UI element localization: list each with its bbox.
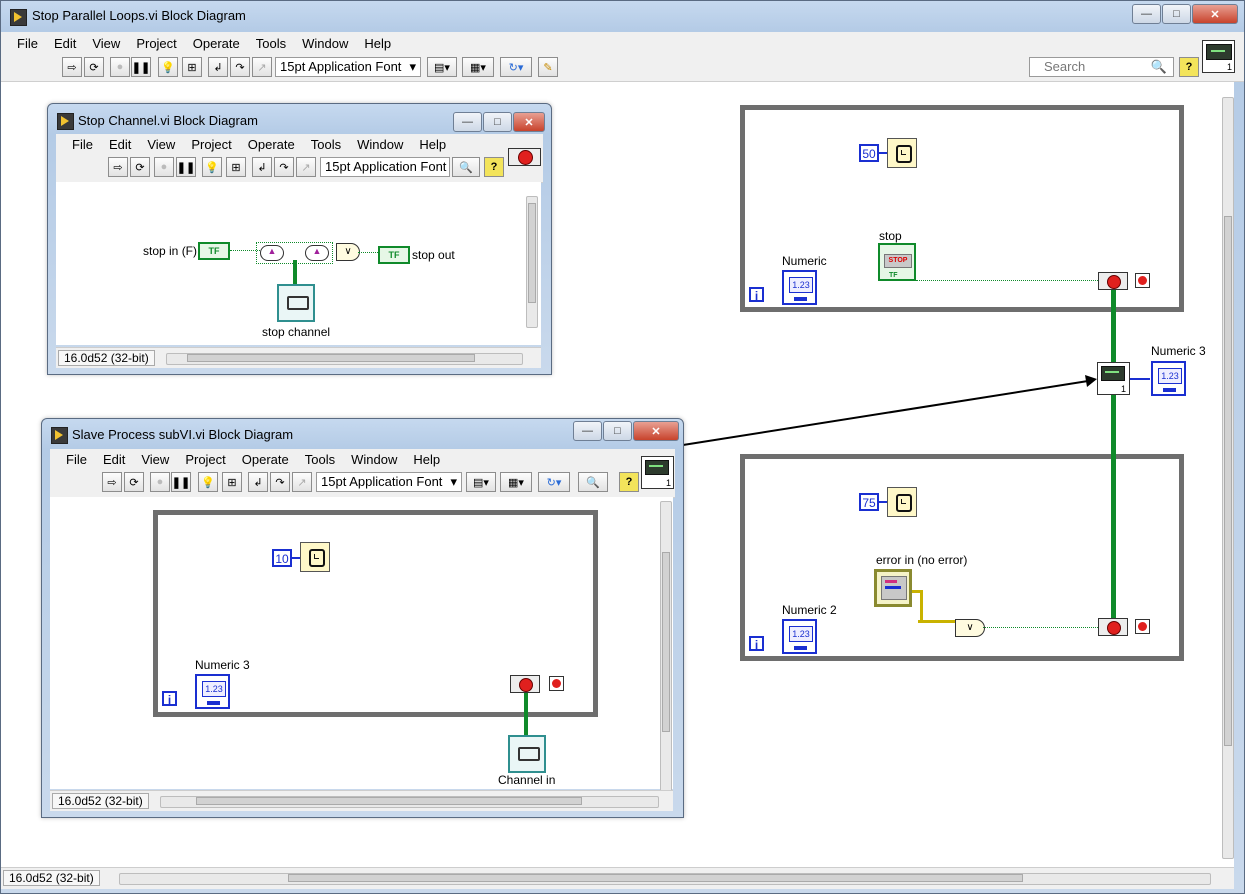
stop-out-terminal[interactable]: TF <box>378 246 410 264</box>
menu-edit[interactable]: Edit <box>101 137 139 152</box>
minimize-button[interactable]: — <box>453 112 482 132</box>
reorder-icon[interactable]: ↻▾ <box>538 472 570 492</box>
run-button[interactable]: ⇨ <box>108 157 128 177</box>
stop-channel-version-status: 16.0d52 (32-bit) <box>58 350 155 366</box>
menu-file[interactable]: File <box>58 452 95 467</box>
slave-connector-pane-icon[interactable]: 1 <box>641 456 674 489</box>
labview-app-icon <box>51 427 68 444</box>
step-into-icon[interactable]: ↲ <box>248 472 268 492</box>
run-continuously-button[interactable]: ⟳ <box>130 157 150 177</box>
slave-process-window[interactable]: Slave Process subVI.vi Block Diagram — □… <box>41 418 684 818</box>
stop-channel-terminal[interactable] <box>277 284 315 322</box>
slave-statusbar: 16.0d52 (32-bit) <box>50 790 673 811</box>
channel-wire <box>293 260 297 284</box>
menu-project[interactable]: Project <box>177 452 233 467</box>
search-icon[interactable]: 🔍 <box>578 472 608 492</box>
run-button[interactable]: ⇨ <box>102 472 122 492</box>
step-over-icon[interactable]: ↷ <box>274 157 294 177</box>
stop-channel-window[interactable]: Stop Channel.vi Block Diagram — □ ✕ File… <box>47 103 552 375</box>
wait-constant-10[interactable]: 10 <box>272 549 292 567</box>
pause-button[interactable]: ❚❚ <box>171 472 191 492</box>
menu-window[interactable]: Window <box>349 137 411 152</box>
channel-wire <box>524 693 528 735</box>
step-over-icon[interactable]: ↷ <box>270 472 290 492</box>
pause-button[interactable]: ❚❚ <box>176 157 196 177</box>
numeric-3-label: Numeric 3 <box>195 658 250 672</box>
maximize-button[interactable]: □ <box>603 421 632 441</box>
i32-badge <box>207 701 220 705</box>
stop-channel-statusbar: 16.0d52 (32-bit) <box>56 347 541 368</box>
stop-if-true-icon[interactable] <box>549 676 564 691</box>
loop-condition-terminal[interactable] <box>510 675 540 693</box>
or-function-icon[interactable]: ∨ <box>336 243 360 261</box>
wait-ms-icon[interactable] <box>300 542 330 572</box>
iteration-terminal[interactable]: i <box>162 691 177 707</box>
wire <box>292 557 300 559</box>
menu-tools[interactable]: Tools <box>297 452 343 467</box>
numeric-3-indicator[interactable]: 1.23 <box>195 674 230 709</box>
stop-out-label: stop out <box>412 248 455 262</box>
stop-channel-hscroll[interactable] <box>166 353 523 365</box>
slave-process-title: Slave Process subVI.vi Block Diagram <box>72 427 294 442</box>
retain-wire-values-icon[interactable]: ⊞ <box>226 157 246 177</box>
retain-wire-values-icon[interactable]: ⊞ <box>222 472 242 492</box>
step-out-icon[interactable]: ↗ <box>292 472 312 492</box>
distribute-objects-icon[interactable]: ▦▾ <box>500 472 532 492</box>
stop-channel-toolbar: ⇨ ⟳ ● ❚❚ 💡 ⊞ ↲ ↷ ↗ 15pt Application Font… <box>56 154 543 183</box>
stop-channel-connector-icon[interactable] <box>508 148 541 166</box>
menu-view[interactable]: View <box>139 137 183 152</box>
highlight-execution-icon[interactable]: 💡 <box>198 472 218 492</box>
stop-in-label: stop in (F) <box>143 244 198 258</box>
numeric-3-value: 1.23 <box>202 681 226 697</box>
menu-operate[interactable]: Operate <box>234 452 297 467</box>
font-select-value: 15pt Application Font <box>325 159 447 174</box>
wire <box>358 252 378 253</box>
chevron-down-icon: ▾ <box>450 474 457 489</box>
menu-help[interactable]: Help <box>411 137 454 152</box>
minimize-button[interactable]: — <box>573 421 602 441</box>
slave-menubar: File Edit View Project Operate Tools Win… <box>50 449 675 469</box>
font-select[interactable]: 15pt Application Font <box>320 157 450 177</box>
menu-project[interactable]: Project <box>183 137 239 152</box>
stop-channel-titlebar[interactable]: Stop Channel.vi Block Diagram — □ ✕ <box>48 104 551 132</box>
stop-in-terminal[interactable]: TF <box>198 242 230 260</box>
menu-file[interactable]: File <box>64 137 101 152</box>
slave-hscroll[interactable] <box>160 796 659 808</box>
menu-view[interactable]: View <box>133 452 177 467</box>
stop-channel-label: stop channel <box>262 325 331 339</box>
close-button[interactable]: ✕ <box>513 112 545 132</box>
stop-channel-menubar: File Edit View Project Operate Tools Win… <box>56 134 543 154</box>
slave-vscroll[interactable] <box>660 501 672 793</box>
slave-canvas[interactable]: 10 Numeric 3 1.23 i Channel in <box>50 497 673 789</box>
run-continuously-button[interactable]: ⟳ <box>124 472 144 492</box>
step-out-icon[interactable]: ↗ <box>296 157 316 177</box>
channel-in-label: Channel in <box>498 773 556 787</box>
abort-button[interactable]: ● <box>150 472 170 492</box>
stop-channel-canvas[interactable]: stop in (F) TF ▲ ▲ ∨ TF stop out stop ch… <box>56 182 541 345</box>
stop-channel-vscroll[interactable] <box>526 196 538 328</box>
menu-edit[interactable]: Edit <box>95 452 133 467</box>
align-objects-icon[interactable]: ▤▾ <box>466 472 496 492</box>
abort-button[interactable]: ● <box>154 157 174 177</box>
context-help-icon[interactable]: ? <box>619 472 639 492</box>
menu-operate[interactable]: Operate <box>240 137 303 152</box>
slave-version-status: 16.0d52 (32-bit) <box>52 793 149 809</box>
context-help-icon[interactable]: ? <box>484 157 504 177</box>
close-button[interactable]: ✕ <box>633 421 679 441</box>
menu-tools[interactable]: Tools <box>303 137 349 152</box>
search-icon[interactable]: 🔍 <box>452 157 480 177</box>
maximize-button[interactable]: □ <box>483 112 512 132</box>
labview-app-icon <box>57 113 74 130</box>
stop-channel-title: Stop Channel.vi Block Diagram <box>78 113 258 128</box>
menu-window[interactable]: Window <box>343 452 405 467</box>
step-into-icon[interactable]: ↲ <box>252 157 272 177</box>
slave-process-titlebar[interactable]: Slave Process subVI.vi Block Diagram — □… <box>42 419 683 447</box>
highlight-execution-icon[interactable]: 💡 <box>202 157 222 177</box>
font-select[interactable]: 15pt Application Font ▾ <box>316 472 462 492</box>
font-select-value: 15pt Application Font <box>321 474 443 489</box>
slave-toolbar: ⇨ ⟳ ● ❚❚ 💡 ⊞ ↲ ↷ ↗ 15pt Application Font… <box>50 469 675 498</box>
menu-help[interactable]: Help <box>405 452 448 467</box>
channel-in-terminal[interactable] <box>508 735 546 773</box>
